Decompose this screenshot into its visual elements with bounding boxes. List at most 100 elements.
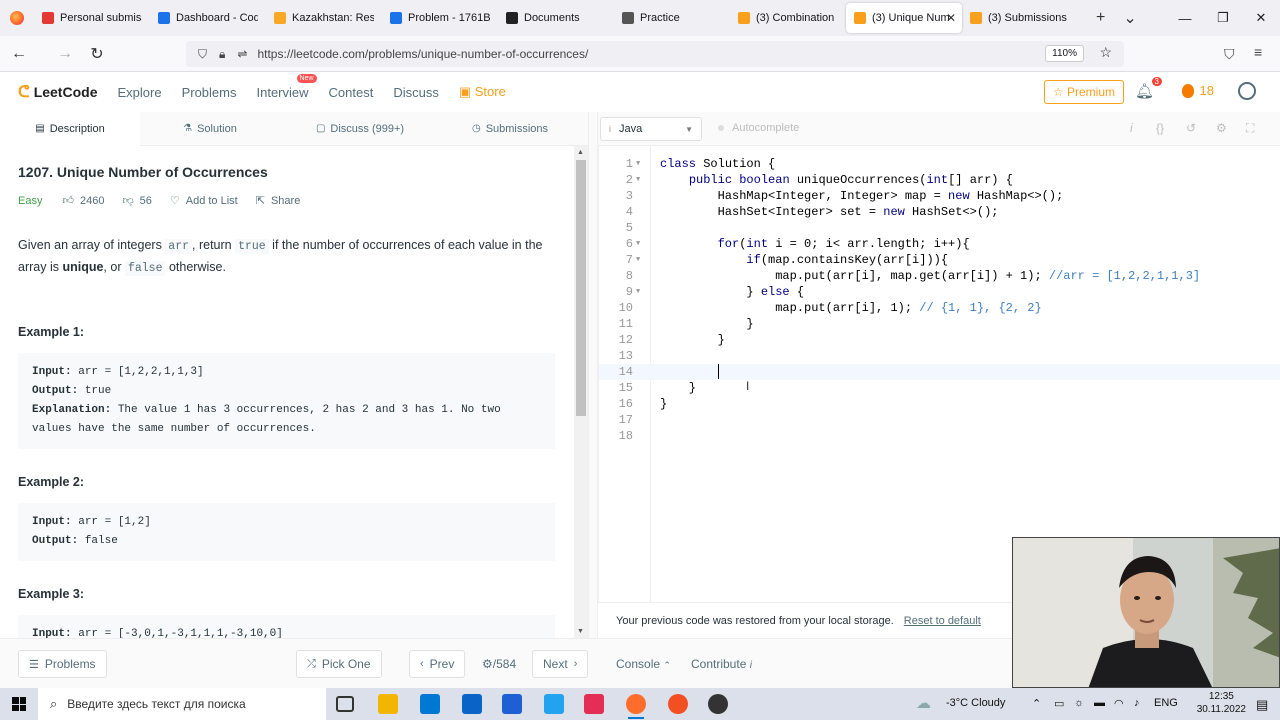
- task-view-icon[interactable]: [336, 696, 354, 712]
- firefox-icon[interactable]: [10, 11, 24, 25]
- file-explorer-icon[interactable]: [378, 694, 398, 714]
- weather-text[interactable]: -3°C Cloudy: [946, 697, 1005, 709]
- cloud-icon[interactable]: ☁: [916, 694, 931, 712]
- pick-one-button[interactable]: ⤮ Pick One: [296, 650, 382, 678]
- browser-tab[interactable]: Practice: [614, 0, 730, 36]
- zoom-level[interactable]: 110%: [1045, 45, 1084, 62]
- description-scrollbar[interactable]: ▲ ▼: [574, 146, 588, 638]
- fullscreen-icon[interactable]: ⛶: [1246, 121, 1254, 136]
- wifi-icon[interactable]: ◠: [1114, 697, 1124, 710]
- bookmark-star-icon[interactable]: ☆: [1099, 44, 1112, 61]
- tab-label: Submissions: [485, 122, 549, 135]
- reset-icon[interactable]: ↺: [1186, 121, 1196, 135]
- shield-icon[interactable]: ⛉: [198, 47, 207, 62]
- nav-explore[interactable]: Explore: [117, 85, 161, 100]
- address-bar[interactable]: ⛉ 🔒︎ ⇌ https://leetcode.com/problems/uni…: [186, 41, 1124, 67]
- share-button[interactable]: ⇱ Share: [256, 194, 301, 208]
- nav-store[interactable]: ▣ Store: [459, 84, 506, 100]
- battery-icon[interactable]: ▬: [1094, 697, 1105, 709]
- nav-contest[interactable]: Contest: [329, 85, 374, 100]
- language-select[interactable]: i Java ▼: [600, 117, 702, 141]
- settings-gear-icon[interactable]: ⚙: [1216, 121, 1227, 135]
- vscode-icon[interactable]: [544, 694, 564, 714]
- obs-icon[interactable]: [708, 694, 728, 714]
- browser-tab[interactable]: Personal submissio: [34, 0, 150, 36]
- braces-icon[interactable]: {}: [1156, 121, 1164, 135]
- browser-tab[interactable]: Dashboard - Codefo: [150, 0, 266, 36]
- lock-icon[interactable]: 🔒︎: [219, 47, 225, 62]
- contribute-button[interactable]: Contribute i: [691, 657, 752, 671]
- tab-discuss[interactable]: ▢ Discuss (999+): [280, 112, 440, 146]
- browser-tab[interactable]: Documents: [498, 0, 614, 36]
- mail-icon[interactable]: [462, 694, 482, 714]
- list-tabs-button[interactable]: ⌄: [1123, 8, 1136, 28]
- browser-tab[interactable]: (3) Submissions -: [962, 0, 1078, 36]
- line-number: 4: [625, 205, 633, 219]
- close-window-icon[interactable]: ✕: [1242, 0, 1280, 36]
- tray-icon[interactable]: ☼: [1074, 697, 1084, 709]
- fold-icon[interactable]: ▼: [636, 252, 640, 268]
- problems-list-button[interactable]: ☰ Problems: [18, 650, 107, 678]
- taskbar-clock[interactable]: 12:35 30.11.2022: [1197, 690, 1246, 716]
- chevron-up-icon[interactable]: ⌃: [1032, 697, 1041, 710]
- firefox-taskbar-icon[interactable]: [626, 694, 646, 719]
- leetcode-logo[interactable]: ᕦ LeetCode: [18, 82, 97, 102]
- calendar-icon[interactable]: [502, 694, 522, 714]
- back-icon[interactable]: ←: [4, 45, 34, 63]
- next-button[interactable]: Next ›: [532, 650, 589, 678]
- nav-discuss[interactable]: Discuss: [393, 85, 439, 100]
- close-tab-icon[interactable]: ✕: [946, 11, 956, 25]
- restore-icon[interactable]: ❐: [1204, 0, 1242, 36]
- scroll-down-icon[interactable]: ▼: [577, 628, 584, 635]
- dislike-button[interactable]: 👎︎ 56: [122, 194, 151, 208]
- streak-counter[interactable]: 18: [1181, 83, 1214, 98]
- console-button[interactable]: Console ⌃: [616, 657, 671, 671]
- nav-problems[interactable]: Problems: [182, 85, 237, 100]
- store-app-icon[interactable]: [420, 694, 440, 714]
- like-button[interactable]: 👍︎ 2460: [62, 194, 104, 208]
- forward-icon[interactable]: →: [50, 45, 80, 63]
- volume-icon[interactable]: ♪: [1134, 697, 1140, 709]
- tray-icon[interactable]: ▭: [1054, 697, 1064, 710]
- recorder-icon[interactable]: [668, 694, 688, 714]
- fold-icon[interactable]: ▼: [636, 284, 640, 300]
- browser-tab[interactable]: Problem - 1761B: [382, 0, 498, 36]
- pocket-icon[interactable]: ⛉: [1224, 46, 1235, 63]
- menu-icon[interactable]: ≡: [1254, 44, 1262, 60]
- taskbar-search[interactable]: ⌕ Введите здесь текст для поиска: [38, 688, 326, 720]
- fold-icon[interactable]: ▼: [636, 172, 640, 188]
- info-icon[interactable]: i: [1130, 121, 1133, 135]
- new-tab-button[interactable]: +: [1096, 9, 1105, 27]
- add-to-list-button[interactable]: ♡ Add to List: [170, 194, 238, 208]
- webcam-overlay: [1012, 537, 1280, 688]
- browser-tab[interactable]: (3) Combination S: [730, 0, 846, 36]
- tab-submissions[interactable]: ◷ Submissions: [440, 112, 580, 146]
- autocomplete-toggle[interactable]: Autocomplete: [718, 122, 799, 134]
- problem-counter[interactable]: ⚙︎/584: [482, 657, 516, 671]
- tab-solution[interactable]: ⚗ Solution: [140, 112, 280, 146]
- avatar[interactable]: [1238, 82, 1256, 100]
- permissions-icon[interactable]: ⇌: [237, 47, 247, 61]
- tab-description[interactable]: ▤ Description: [0, 111, 140, 146]
- intellij-icon[interactable]: [584, 694, 604, 714]
- language-indicator[interactable]: ENG: [1154, 697, 1178, 709]
- nav-interview[interactable]: Interview New: [256, 73, 317, 100]
- notifications-icon[interactable]: ▤: [1256, 697, 1268, 713]
- scrollbar-thumb[interactable]: [576, 160, 586, 416]
- fold-icon[interactable]: ▼: [636, 236, 640, 252]
- fold-icon[interactable]: ▼: [636, 156, 640, 172]
- code-text: }: [660, 317, 754, 331]
- start-button[interactable]: [0, 688, 38, 720]
- prev-button[interactable]: ‹ Prev: [409, 650, 466, 678]
- panel-splitter[interactable]: [588, 112, 598, 638]
- premium-button[interactable]: ☆ Premium: [1043, 80, 1124, 104]
- browser-tab[interactable]: Kazakhstan: Resul: [266, 0, 382, 36]
- minimize-icon[interactable]: —: [1166, 0, 1204, 36]
- browser-tab-label: (3) Unique Num: [872, 12, 950, 24]
- notifications-bell-icon[interactable]: 🔔︎ 3: [1135, 77, 1162, 100]
- reload-icon[interactable]: ↻: [82, 44, 112, 64]
- browser-tab[interactable]: (3) Unique Num ✕: [846, 3, 962, 33]
- reset-to-default-link[interactable]: Reset to default: [904, 615, 981, 627]
- scroll-up-icon[interactable]: ▲: [577, 149, 584, 156]
- code-editor[interactable]: 1 ▼ class Solution {2 ▼ public boolean uniq…: [598, 146, 1280, 602]
